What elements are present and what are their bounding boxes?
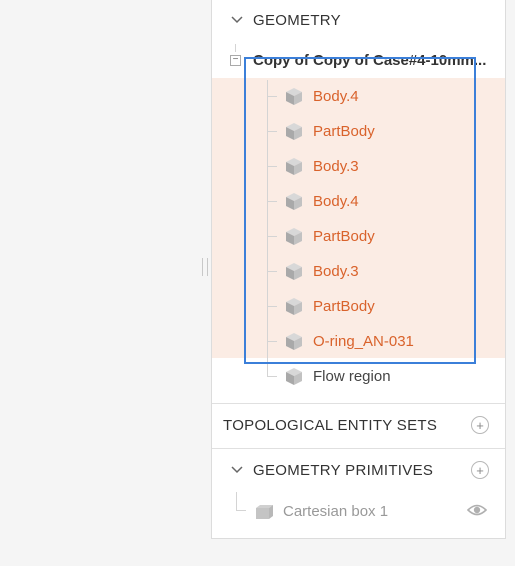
- chevron-down-icon[interactable]: [230, 13, 244, 27]
- tree-guide: [267, 376, 277, 377]
- panel-resize-handle[interactable]: [202, 258, 208, 276]
- primitive-item-cartesian-box[interactable]: Cartesian box 1: [254, 499, 494, 523]
- simulation-tree-panel: GEOMETRY − Copy of Copy of Case#4-10mm..…: [211, 0, 506, 539]
- selection-rectangle: [244, 57, 476, 364]
- geometry-item[interactable]: Flow region: [284, 364, 484, 388]
- chevron-down-icon[interactable]: [230, 463, 244, 477]
- section-divider: [212, 403, 505, 404]
- cube-icon: [286, 368, 302, 385]
- geometry-section-header[interactable]: GEOMETRY: [212, 5, 505, 35]
- topological-entity-sets-header[interactable]: TOPOLOGICAL ENTITY SETS +: [212, 410, 505, 440]
- geometry-title: GEOMETRY: [253, 11, 341, 29]
- topological-entity-sets-title: TOPOLOGICAL ENTITY SETS: [223, 416, 438, 434]
- plus-icon[interactable]: +: [471, 416, 489, 434]
- tree-guide: [236, 492, 237, 510]
- collapse-icon[interactable]: −: [230, 54, 241, 66]
- geometry-primitives-title: GEOMETRY PRIMITIVES: [253, 461, 434, 479]
- primitive-item-label: Cartesian box 1: [283, 502, 389, 520]
- plus-icon[interactable]: +: [471, 461, 489, 479]
- box-icon: [256, 505, 273, 519]
- geometry-primitives-header[interactable]: GEOMETRY PRIMITIVES +: [212, 455, 505, 485]
- section-divider: [212, 448, 505, 449]
- eye-icon[interactable]: [467, 502, 487, 518]
- tree-guide: [236, 510, 246, 511]
- geometry-item-label: Flow region: [313, 367, 391, 385]
